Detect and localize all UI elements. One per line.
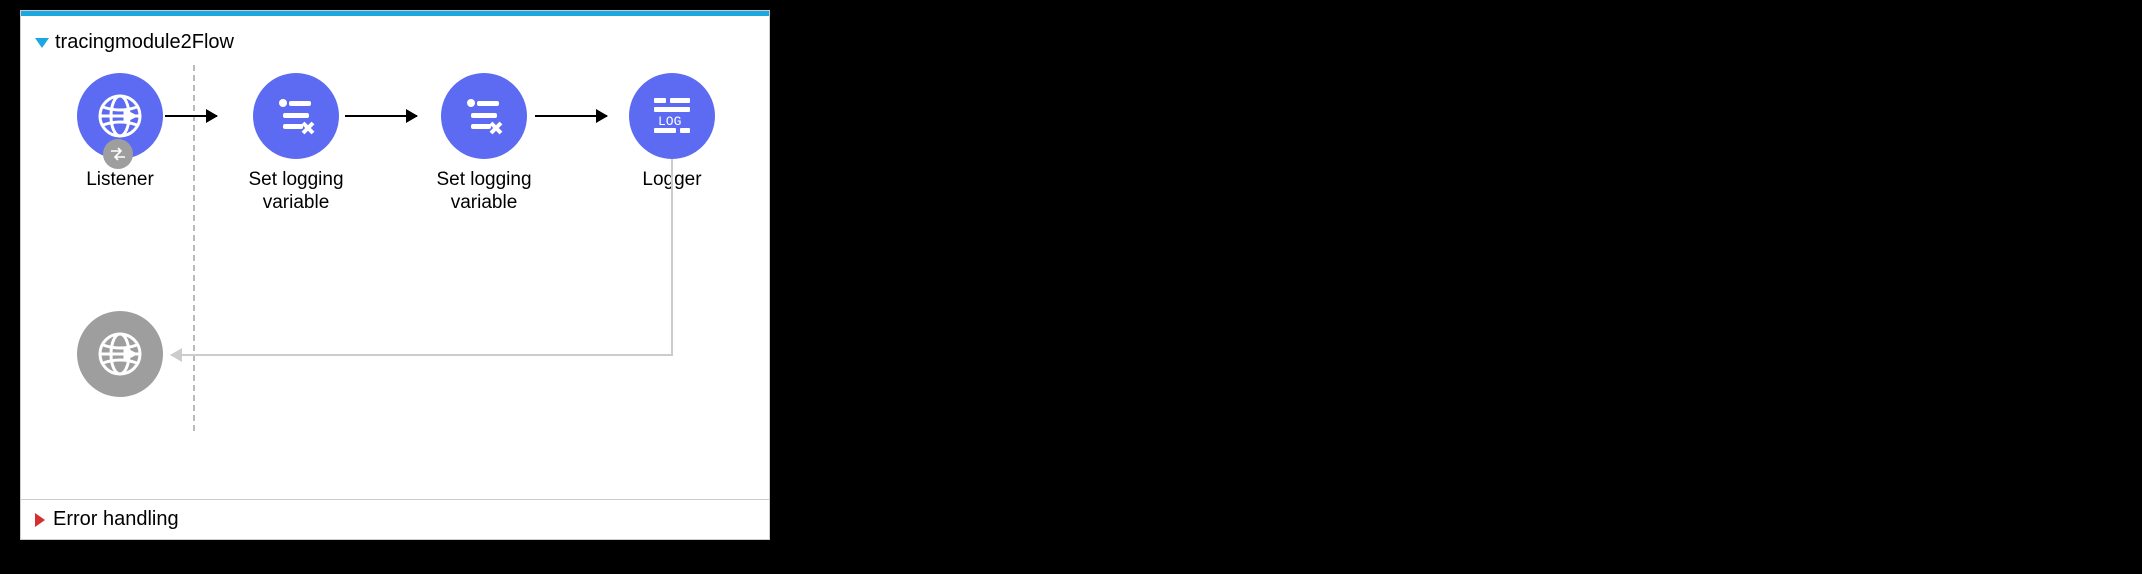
return-connector <box>171 354 673 356</box>
set-variable-node[interactable]: Set logging variable <box>419 73 549 215</box>
variable-x-icon <box>441 73 527 159</box>
globe-arrow-icon <box>77 311 163 397</box>
svg-text:LOG: LOG <box>658 114 681 129</box>
log-icon: LOG <box>629 73 715 159</box>
error-handling-header[interactable]: Error handling <box>21 499 769 539</box>
transform-badge-icon <box>103 139 133 169</box>
listener-node[interactable]: Listener <box>55 73 185 192</box>
selection-accent <box>21 11 769 16</box>
flow-header[interactable]: tracingmodule2Flow <box>35 31 234 54</box>
disclosure-triangle-down-icon[interactable] <box>35 38 49 48</box>
flow-canvas: tracingmodule2Flow Listener <box>20 10 770 540</box>
response-node[interactable] <box>55 311 185 397</box>
return-connector <box>671 159 673 355</box>
flow-arrow <box>165 115 217 117</box>
flow-arrow <box>535 115 607 117</box>
node-label: Set logging variable <box>231 169 361 215</box>
globe-arrow-icon <box>77 73 163 159</box>
set-variable-node[interactable]: Set logging variable <box>231 73 361 215</box>
disclosure-triangle-right-icon[interactable] <box>35 513 45 527</box>
source-divider <box>193 65 195 431</box>
flow-arrow <box>345 115 417 117</box>
flow-title: tracingmodule2Flow <box>55 31 234 54</box>
error-handling-label: Error handling <box>53 508 179 531</box>
node-label: Set logging variable <box>419 169 549 215</box>
variable-x-icon <box>253 73 339 159</box>
node-label: Listener <box>86 169 154 192</box>
